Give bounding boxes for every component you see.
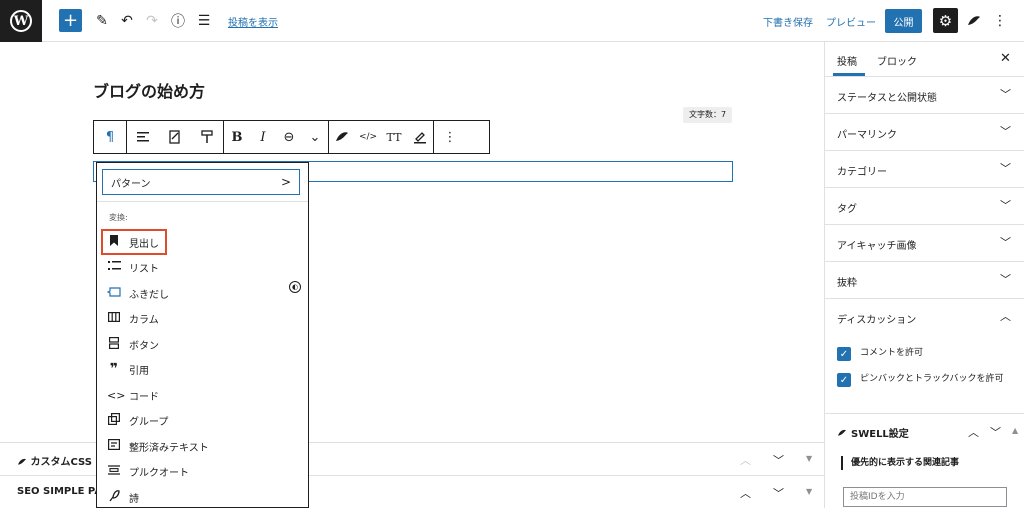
paragraph-block-icon[interactable]: ¶ [94,121,126,153]
move-up-icon[interactable]: ︿ [968,424,979,440]
more-formats-chevron-icon[interactable]: ⌄ [302,121,328,153]
chevron-down-icon: ﹀ [1000,199,1011,212]
swell-settings-title[interactable]: SWELL設定 [837,425,909,440]
code-icon: <> [107,388,126,402]
move-up-icon[interactable]: ︿ [740,452,751,468]
save-draft-button[interactable]: 下書き保存 [763,9,813,33]
edit-tool-pen-icon[interactable]: ✎ [92,9,112,33]
move-down-icon[interactable]: ﹀ [773,452,784,468]
columns-icon [107,311,121,325]
panel-permalink[interactable]: パーマリンク ﹀ [825,114,1024,151]
allow-pingbacks-checkbox[interactable]: ✓ ピンバックとトラックバックを許可 [837,373,1017,387]
checkmark-icon[interactable]: ✓ [837,373,851,387]
transform-heading[interactable]: 見出し [107,233,159,251]
chevron-down-icon: ﹀ [1000,125,1011,138]
related-posts-heading: 優先的に表示する関連記事 [841,456,959,470]
swell-leaf-format-icon[interactable] [329,121,355,153]
tab-block[interactable]: ブロック [877,53,917,68]
wordpress-logo-button[interactable]: W [0,0,42,42]
balloon-icon [106,286,121,300]
transform-verse[interactable]: 詩 [107,488,139,506]
settings-sidebar: 投稿 ブロック ✕ ステータスと公開状態 ﹀ パーマリンク ﹀ カテゴリー ﹀ … [824,42,1024,508]
word-count-badge: 文字数：7 [683,107,733,123]
preformatted-icon [107,439,121,453]
chevron-right-icon: > [280,175,291,189]
move-up-icon[interactable]: ︿ [740,485,751,501]
move-down-icon[interactable]: ﹀ [773,485,784,501]
panel-categories[interactable]: カテゴリー ﹀ [825,151,1024,188]
transform-label: 変換: [109,213,128,222]
add-block-button[interactable]: + [59,9,82,32]
chevron-down-icon: ﹀ [1000,162,1011,175]
panel-discussion[interactable]: ディスカッション ︿ [825,299,1024,336]
chevron-down-icon: ﹀ [1000,88,1011,101]
paint-roller-icon[interactable] [191,121,223,153]
info-icon[interactable]: ⓘ [168,9,188,33]
highlighter-icon[interactable] [407,121,433,153]
transform-pullquote[interactable]: プルクオート [107,462,189,480]
transform-columns[interactable]: カラム [107,309,159,327]
sidebar-tabs: 投稿 ブロック ✕ [825,42,1024,77]
swell-leaf-icon [838,429,846,436]
group-icon [107,412,121,428]
undo-icon[interactable]: ↶ [117,9,137,33]
close-icon[interactable]: ✕ [1000,51,1011,66]
italic-button[interactable]: I [250,121,276,153]
wordpress-icon: W [10,10,32,32]
panel-tags[interactable]: タグ ﹀ [825,188,1024,225]
post-title[interactable]: ブログの始め方 [93,78,205,102]
settings-gear-icon[interactable]: ⚙ [933,8,958,33]
button-icon [107,336,121,352]
link-icon[interactable]: ⊖ [276,121,302,153]
view-post-link[interactable]: 投稿を表示 [228,9,278,33]
pattern-menu-item[interactable]: パターン > [102,169,300,195]
panel-excerpt[interactable]: 抜粋 ﹀ [825,262,1024,299]
panel-featured-image[interactable]: アイキャッチ画像 ﹀ [825,225,1024,262]
swell-badge-icon: ◐ [289,281,301,293]
toggle-panel-icon[interactable]: ▼ [806,485,812,501]
transform-balloon[interactable]: ふきだし [106,284,169,302]
list-icon [107,260,121,274]
swell-leaf-icon[interactable] [966,9,982,33]
more-options-icon[interactable]: ⋮ [993,9,1007,33]
bold-button[interactable]: B [224,121,250,153]
quote-icon: ❞ [109,361,119,377]
redo-icon[interactable]: ↷ [142,9,162,33]
block-toolbar: ¶ B I ⊖ ⌄ </> TT ⋮ [93,120,490,154]
inline-code-icon[interactable]: </> [355,121,381,153]
menu-divider [97,201,308,202]
block-transform-menu: パターン > 変換: 見出し リスト ふきだし カラム ボタン ❞ 引用 <> … [96,162,309,508]
pullquote-icon [107,464,121,478]
swell-settings-panel: SWELL設定 ︿ ﹀ ▲ 優先的に表示する関連記事 投稿IDを入力 [825,413,1024,508]
toggle-panel-icon[interactable]: ▼ [806,452,812,468]
feather-verse-icon [107,489,121,505]
chevron-down-icon: ﹀ [1000,273,1011,286]
editor-header: W + ✎ ↶ ↷ ⓘ ☰ 投稿を表示 下書き保存 プレビュー 公開 ⚙ ⋮ [0,0,1024,42]
chevron-down-icon: ﹀ [1000,236,1011,249]
allow-comments-checkbox[interactable]: ✓ コメントを許可 [837,347,1017,361]
post-id-input[interactable]: 投稿IDを入力 [843,487,1007,507]
transform-code[interactable]: <> コード [107,386,159,404]
font-size-icon[interactable]: TT [381,121,407,153]
align-left-icon[interactable] [127,121,159,153]
block-options-icon[interactable]: ⋮ [434,121,466,153]
transform-group[interactable]: グループ [107,411,168,429]
publish-button[interactable]: 公開 [885,9,922,33]
toggle-panel-icon[interactable]: ▲ [1012,424,1018,440]
bookmark-icon [107,235,121,249]
swell-style-icon[interactable] [159,121,191,153]
tab-post[interactable]: 投稿 [833,53,865,76]
transform-preformatted[interactable]: 整形済みテキスト [107,437,209,455]
preview-button[interactable]: プレビュー [826,9,876,33]
move-down-icon[interactable]: ﹀ [990,424,1001,440]
transform-button[interactable]: ボタン [107,335,159,353]
custom-css-label: カスタムCSS & [17,453,104,468]
transform-list[interactable]: リスト [107,258,159,276]
panel-status-visibility[interactable]: ステータスと公開状態 ﹀ [825,77,1024,114]
checkmark-icon[interactable]: ✓ [837,347,851,361]
transform-quote[interactable]: ❞ 引用 [107,360,149,378]
chevron-up-icon: ︿ [1000,310,1011,323]
list-view-icon[interactable]: ☰ [194,9,214,33]
